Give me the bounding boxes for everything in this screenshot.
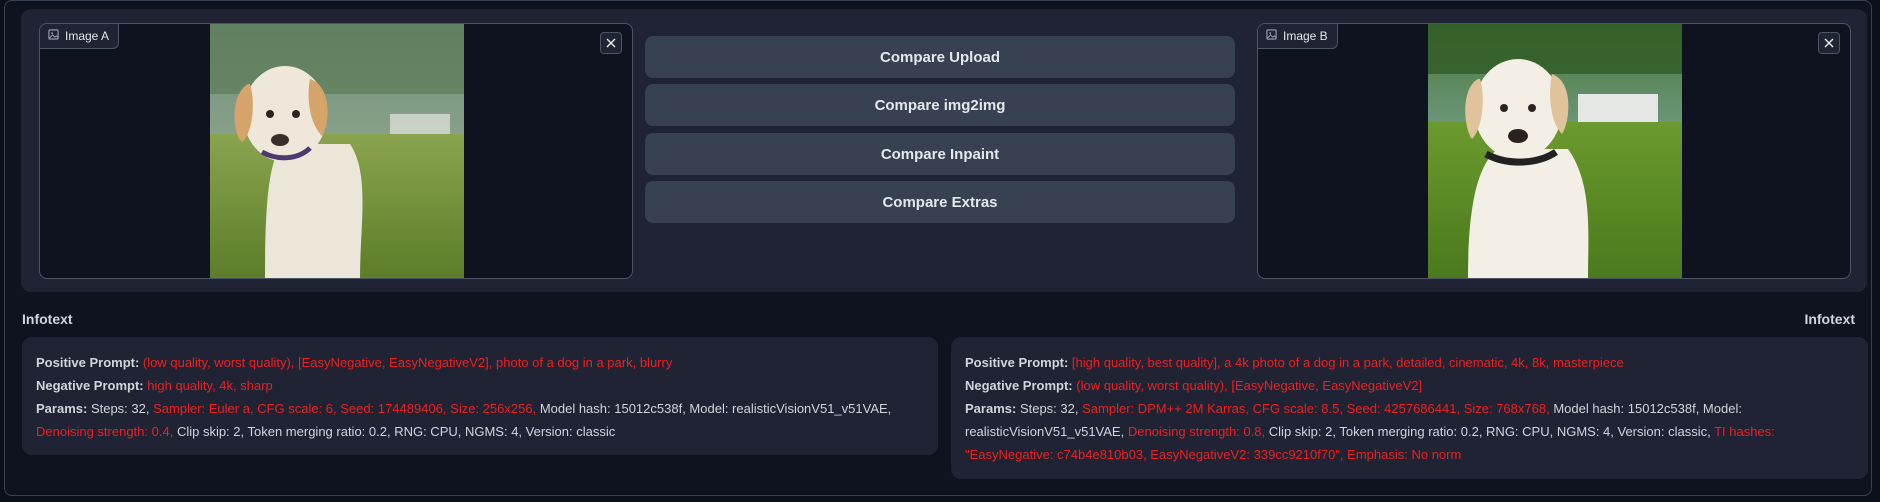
positive-prompt-line: Positive Prompt: (low quality, worst qua… [36,351,924,374]
param-emphasis: Emphasis: No norm [1347,447,1462,462]
positive-prompt-label: Positive Prompt: [36,355,140,370]
image-a-label-text: Image A [65,29,110,43]
image-b-label-text: Image B [1283,29,1328,43]
param-steps: Steps: 32, [90,401,150,416]
infotext-left-panel: Positive Prompt: (low quality, worst qua… [22,337,938,455]
image-icon [48,29,59,43]
param-size: Size: 768x768, [1463,401,1550,416]
params-label: Params: [36,401,88,416]
params-line: Params: Steps: 32, Sampler: DPM++ 2M Kar… [965,397,1854,466]
negative-prompt-label: Negative Prompt: [965,378,1073,393]
image-b-label: Image B [1258,24,1338,49]
compare-upload-button[interactable]: Compare Upload [645,36,1235,78]
param-sampler: Sampler: DPM++ 2M Karras, [1082,401,1249,416]
compare-inpaint-button[interactable]: Compare Inpaint [645,133,1235,175]
infotext-right-label: Infotext [1804,311,1855,327]
compare-extras-button[interactable]: Compare Extras [645,181,1235,223]
positive-prompt-label: Positive Prompt: [965,355,1069,370]
param-denoise: Denoising strength: 0.4, [36,424,174,439]
param-steps: Steps: 32, [1019,401,1079,416]
image-icon [1266,29,1277,43]
param-seed: Seed: 4257686441, [1346,401,1461,416]
image-b-photo [1428,24,1682,278]
negative-prompt-value: (low quality, worst quality), [EasyNegat… [1076,378,1423,393]
positive-prompt-value: (low quality, worst quality), [EasyNegat… [142,355,673,370]
negative-prompt-line: Negative Prompt: high quality, 4k, sharp [36,374,924,397]
infotext-left-label: Infotext [22,311,73,327]
negative-prompt-label: Negative Prompt: [36,378,144,393]
image-a-panel[interactable]: Image A [39,23,633,279]
close-icon [606,38,616,48]
param-sampler: Sampler: Euler a, [153,401,254,416]
infotext-right-panel: Positive Prompt: [high quality, best qua… [951,337,1868,479]
image-b-panel[interactable]: Image B [1257,23,1851,279]
param-mid: Clip skip: 2, Token merging ratio: 0.2, … [1268,424,1711,439]
param-cfg: CFG scale: 8.5, [1252,401,1343,416]
close-icon [1824,38,1834,48]
param-seed: Seed: 174489406, [340,401,447,416]
param-cfg: CFG scale: 6, [257,401,337,416]
params-label: Params: [965,401,1017,416]
image-a-label: Image A [40,24,120,49]
compare-img2img-button[interactable]: Compare img2img [645,84,1235,126]
param-denoise: Denoising strength: 0.8, [1127,424,1266,439]
param-model: Model hash: 15012c538f, Model: realistic… [539,401,892,416]
app-frame: Image A Compare Upload Compare img2img C… [4,0,1872,496]
negative-prompt-value: high quality, 4k, sharp [147,378,273,393]
positive-prompt-value: [high quality, best quality], a 4k photo… [1071,355,1624,370]
image-a-photo [210,24,464,278]
negative-prompt-line: Negative Prompt: (low quality, worst qua… [965,374,1854,397]
param-size: Size: 256x256, [450,401,537,416]
compare-panel: Image A Compare Upload Compare img2img C… [21,9,1867,292]
image-b-close-button[interactable] [1818,32,1840,54]
params-line: Params: Steps: 32, Sampler: Euler a, CFG… [36,397,924,443]
param-rest: Clip skip: 2, Token merging ratio: 0.2, … [176,424,616,439]
positive-prompt-line: Positive Prompt: [high quality, best qua… [965,351,1854,374]
image-a-close-button[interactable] [600,32,622,54]
